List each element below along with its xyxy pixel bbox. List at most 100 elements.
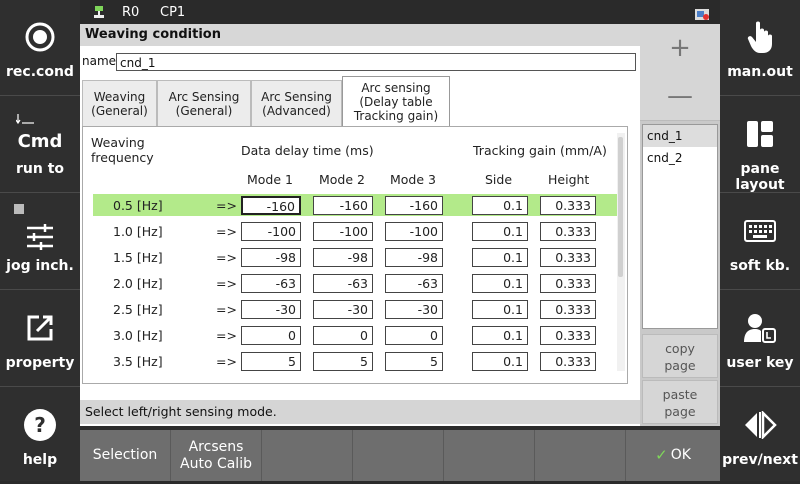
layout-icon <box>720 117 800 151</box>
run-to-button[interactable]: Cmd run to <box>0 97 80 193</box>
side-gain-input[interactable]: 0.1 <box>472 196 528 215</box>
data-delay-header: Data delay time (ms) <box>241 143 374 158</box>
tab-arc-sensing-delay-table-text: Arc sensing (Delay table Tracking gain) <box>353 81 439 123</box>
tab-arc-sensing-advanced-text: Arc Sensing (Advanced) <box>261 89 332 118</box>
mode3-input[interactable]: 5 <box>385 352 443 371</box>
user-key-button[interactable]: user key <box>720 291 800 387</box>
condition-list-panel: + — cnd_1 cnd_2 copy page paste page <box>640 24 720 426</box>
selection-button[interactable]: Selection <box>80 430 171 481</box>
man-out-button[interactable]: man.out <box>720 0 800 96</box>
external-link-icon <box>0 311 80 345</box>
side-gain-input[interactable]: 0.1 <box>472 248 528 267</box>
mode2-input[interactable]: -98 <box>313 248 373 267</box>
row-arrow: => <box>216 302 237 317</box>
side-gain-input[interactable]: 0.1 <box>472 222 528 241</box>
mode2-input[interactable]: -30 <box>313 300 373 319</box>
height-gain-input[interactable]: 0.333 <box>540 352 596 371</box>
side-gain-input[interactable]: 0.1 <box>472 352 528 371</box>
frequency-label: 1.5 [Hz] <box>113 250 163 265</box>
mode2-input[interactable]: -63 <box>313 274 373 293</box>
mode3-input[interactable]: -98 <box>385 248 443 267</box>
rec-cond-button[interactable]: rec.cond <box>0 0 80 96</box>
side-gain-input[interactable]: 0.1 <box>472 300 528 319</box>
mode1-input[interactable]: -30 <box>241 300 301 319</box>
mode1-input[interactable]: 5 <box>241 352 301 371</box>
weaving-frequency-header: Weaving frequency <box>91 135 154 165</box>
pane-layout-label: pane layout <box>735 161 785 193</box>
mode2-input[interactable]: 0 <box>313 326 373 345</box>
left-sidebar: rec.cond Cmd run to jog inch. property ?… <box>0 0 80 481</box>
sliders-icon <box>0 220 80 254</box>
check-icon: ✓ <box>655 446 668 464</box>
height-gain-input[interactable]: 0.333 <box>540 326 596 345</box>
empty-button-6[interactable] <box>535 430 626 481</box>
height-gain-input[interactable]: 0.333 <box>540 222 596 241</box>
record-circle-icon <box>0 20 80 54</box>
paste-page-button[interactable]: paste page <box>642 380 718 424</box>
mode1-input[interactable]: -98 <box>241 248 301 267</box>
name-row: name cnd_1 <box>80 51 640 73</box>
mode1-input[interactable]: -160 <box>241 196 301 215</box>
arcsens-auto-calib-button[interactable]: Arcsens Auto Calib <box>171 430 262 481</box>
mode3-input[interactable]: -63 <box>385 274 443 293</box>
side-gain-input[interactable]: 0.1 <box>472 274 528 293</box>
row-arrow: => <box>216 198 237 213</box>
tab-arc-sensing-general[interactable]: Arc Sensing (General) <box>157 80 251 126</box>
empty-button-4[interactable] <box>353 430 444 481</box>
ok-button[interactable]: ✓ OK <box>626 430 720 481</box>
mode3-input[interactable]: -100 <box>385 222 443 241</box>
mode2-input[interactable]: -100 <box>313 222 373 241</box>
prev-next-button[interactable]: prev/next <box>720 388 800 484</box>
user-key-icon <box>720 311 800 345</box>
help-icon: ? <box>0 408 80 442</box>
condition-list: cnd_1 cnd_2 <box>642 124 718 329</box>
jog-inch-label: jog inch. <box>6 258 74 274</box>
scrollbar-thumb[interactable] <box>618 137 623 277</box>
delay-table-panel: Weaving frequency Data delay time (ms) Tr… <box>82 126 628 384</box>
property-button[interactable]: property <box>0 291 80 387</box>
mode1-input[interactable]: -100 <box>241 222 301 241</box>
mode1-input[interactable]: -63 <box>241 274 301 293</box>
add-condition-button[interactable]: + <box>640 24 720 73</box>
mode3-input[interactable]: 0 <box>385 326 443 345</box>
robot-status-icon <box>92 5 106 23</box>
name-input[interactable]: cnd_1 <box>116 53 636 71</box>
help-button[interactable]: ? help <box>0 388 80 484</box>
frequency-label: 1.0 [Hz] <box>113 224 163 239</box>
list-item-cnd-2[interactable]: cnd_2 <box>643 147 717 169</box>
table-scrollbar[interactable] <box>617 133 625 371</box>
row-arrow: => <box>216 354 237 369</box>
soft-kb-label: soft kb. <box>729 258 791 274</box>
empty-button-5[interactable] <box>444 430 535 481</box>
jog-inch-button[interactable]: jog inch. <box>0 194 80 290</box>
side-gain-input[interactable]: 0.1 <box>472 326 528 345</box>
mode1-input[interactable]: 0 <box>241 326 301 345</box>
mode3-header: Mode 3 <box>390 172 436 187</box>
mode2-input[interactable]: 5 <box>313 352 373 371</box>
status-bar: R0 CP1 <box>80 0 720 24</box>
tab-weaving-general[interactable]: Weaving (General) <box>82 80 157 126</box>
height-gain-input[interactable]: 0.333 <box>540 300 596 319</box>
arcsens-auto-calib-text: Arcsens Auto Calib <box>180 438 252 472</box>
tab-arc-sensing-delay-table[interactable]: Arc sensing (Delay table Tracking gain) <box>342 76 450 127</box>
height-gain-input[interactable]: 0.333 <box>540 274 596 293</box>
ok-label: OK <box>670 447 691 463</box>
alarm-icon <box>695 9 709 24</box>
empty-button-3[interactable] <box>262 430 353 481</box>
soft-kb-button[interactable]: soft kb. <box>720 194 800 290</box>
cmd-label: Cmd <box>17 131 63 152</box>
mode3-input[interactable]: -160 <box>385 196 443 215</box>
copy-page-button[interactable]: copy page <box>642 334 718 378</box>
height-gain-input[interactable]: 0.333 <box>540 248 596 267</box>
remove-condition-button[interactable]: — <box>640 72 720 121</box>
list-item-cnd-1[interactable]: cnd_1 <box>643 125 717 147</box>
man-out-label: man.out <box>727 64 793 80</box>
user-key-label: user key <box>726 355 794 371</box>
pane-layout-button[interactable]: pane layout <box>720 97 800 193</box>
mode3-input[interactable]: -30 <box>385 300 443 319</box>
frequency-label: 3.5 [Hz] <box>113 354 163 369</box>
height-gain-input[interactable]: 0.333 <box>540 196 596 215</box>
mode2-input[interactable]: -160 <box>313 196 373 215</box>
tab-arc-sensing-advanced[interactable]: Arc Sensing (Advanced) <box>251 80 342 126</box>
height-header: Height <box>548 172 590 187</box>
